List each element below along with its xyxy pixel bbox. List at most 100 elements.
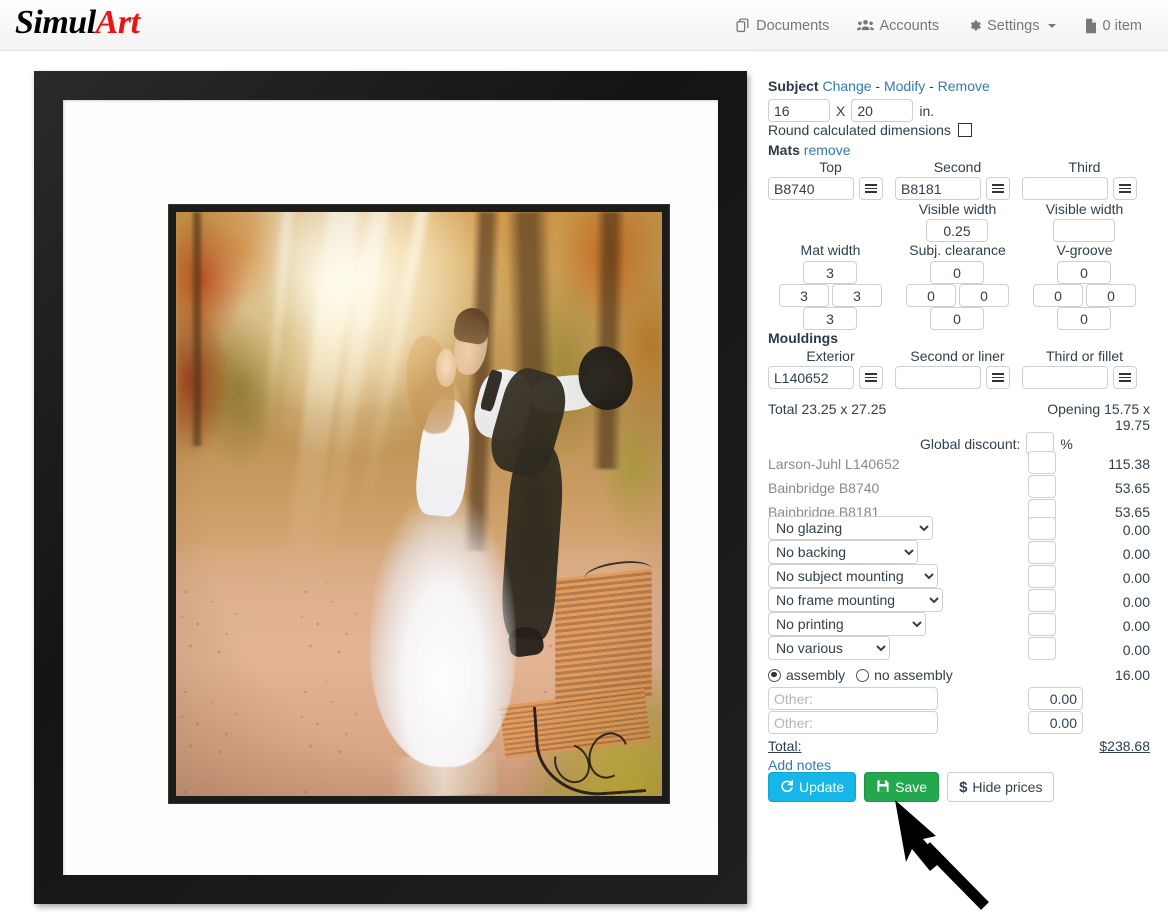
backing-select-wrap: No backing [768,540,918,564]
mat-column-top-label: Top [819,159,842,175]
no-assembly-radio[interactable] [856,668,870,682]
logo-text-accent: Art [95,4,140,41]
subj-clearance-right-input[interactable] [959,284,1009,307]
mat-width-left-input[interactable] [779,284,829,307]
mat-second-menu-button[interactable] [986,177,1010,200]
assembly-radio[interactable] [768,668,781,682]
assembly-label: assembly [786,667,846,683]
third-visible-width-label: Visible width [1045,201,1124,217]
dollar-icon: $ [959,778,968,796]
moulding-third-input[interactable] [1022,366,1108,389]
vgroove-left-input[interactable] [1033,284,1083,307]
subject-mounting-select[interactable]: No subject mounting [768,564,938,588]
subject-height-input[interactable] [851,99,914,122]
price-line-discount-input[interactable] [1028,541,1056,564]
hamburger-icon [992,373,1004,382]
hamburger-icon [865,373,877,382]
vgroove-bottom-input[interactable] [1057,307,1111,330]
subject-width-input[interactable] [768,99,830,122]
nav-item-cart[interactable]: 0 item [1070,0,1157,51]
price-line-amount: 0.00 [1122,642,1150,658]
mat-width-top-input[interactable] [803,261,857,284]
mat-column-third-label: Third [1068,159,1101,175]
vgroove-top-wrap [1057,261,1111,284]
nav-item-documents[interactable]: Documents [722,0,843,51]
subj-clearance-top-input[interactable] [930,261,984,284]
glazing-select[interactable]: No glazing [768,516,933,540]
frame-mounting-select-wrap: No frame mounting [768,588,943,612]
mat-top-preview [63,100,718,875]
app-logo[interactable]: SimulArt [15,4,140,42]
price-line-discount-input[interactable] [1028,451,1056,474]
refresh-icon [780,779,794,796]
hamburger-icon [1119,184,1131,193]
price-line-discount-wrap [1028,475,1056,498]
various-select[interactable]: No various [768,636,890,660]
file-icon [1084,18,1098,34]
price-line-discount-input[interactable] [1028,475,1056,498]
photo-tree-trunk [190,212,203,446]
vgroove-top-input[interactable] [1057,261,1111,284]
price-line-amount: 0.00 [1122,546,1150,562]
nav-item-accounts[interactable]: Accounts [843,0,953,51]
update-button[interactable]: Update [768,772,857,802]
moulding-second-menu-button[interactable] [986,366,1010,389]
logo-text-primary: Simul [15,4,96,41]
backing-select[interactable]: No backing [768,540,918,564]
save-button[interactable]: Save [864,772,940,802]
dimension-unit: in. [919,102,935,119]
add-notes-link[interactable]: Add notes [768,757,831,773]
gear-icon [967,18,982,33]
round-dimensions-checkbox[interactable] [957,123,972,137]
nav-label-settings: Settings [987,17,1040,34]
dimension-separator: X [836,102,846,119]
round-dimensions-label: Round calculated dimensions [768,122,951,138]
mat-width-right-input[interactable] [832,284,882,307]
subj-clearance-bottom-input[interactable] [930,307,984,330]
price-line-discount-wrap [1028,451,1056,474]
second-visible-width-input[interactable] [926,219,988,242]
mat-top-code-input[interactable] [768,177,854,200]
frame-mounting-select[interactable]: No frame mounting [768,588,943,612]
mats-remove-link[interactable]: remove [804,142,851,158]
hide-prices-button-label: Hide prices [972,779,1043,795]
price-line-amount: 53.65 [1114,504,1150,520]
price-line-discount-input[interactable] [1028,637,1056,660]
moulding-exterior-input[interactable] [768,366,854,389]
various-select-wrap: No various [768,636,890,660]
moulding-second-input[interactable] [895,366,981,389]
subj-clearance-left-input[interactable] [906,284,956,307]
price-line-discount-input[interactable] [1028,589,1056,612]
other1-price-input[interactable] [1028,687,1083,710]
vgroove-right-input[interactable] [1086,284,1136,307]
mat-width-bottom-input[interactable] [803,307,857,330]
mat-second-code-input[interactable] [895,177,981,200]
other1-input[interactable] [768,687,938,710]
price-line-discount-input[interactable] [1028,565,1056,588]
price-line-name: Bainbridge B8740 [768,480,880,496]
mat-column-second-label: Second [933,159,982,175]
nav-item-settings[interactable]: Settings [953,0,1069,51]
percent-symbol: % [1060,435,1073,452]
subject-modify-link[interactable]: Modify [884,78,925,94]
printing-select[interactable]: No printing [768,612,926,636]
action-buttons: Update Save $ Hide prices [768,772,1055,802]
mat-third-menu-button[interactable] [1113,177,1137,200]
other2-input[interactable] [768,711,938,734]
mat-top-menu-button[interactable] [859,177,883,200]
price-line-discount-input[interactable] [1028,517,1056,540]
other2-price-input[interactable] [1028,711,1083,734]
subject-change-link[interactable]: Change [822,78,871,94]
price-line-discount-wrap [1028,541,1056,564]
subject-remove-link[interactable]: Remove [938,78,990,94]
mat-third-code-input[interactable] [1022,177,1108,200]
round-dimensions-row: Round calculated dimensions [768,122,972,138]
third-visible-width-input[interactable] [1053,219,1115,242]
price-line-discount-input[interactable] [1028,613,1056,636]
hide-prices-button[interactable]: $ Hide prices [947,772,1055,802]
moulding-third-menu-button[interactable] [1113,366,1137,389]
moulding-exterior-menu-button[interactable] [859,366,883,389]
frame-moulding-exterior[interactable] [34,71,747,904]
add-notes-wrap: Add notes [768,757,831,773]
glazing-select-wrap: No glazing [768,516,933,540]
